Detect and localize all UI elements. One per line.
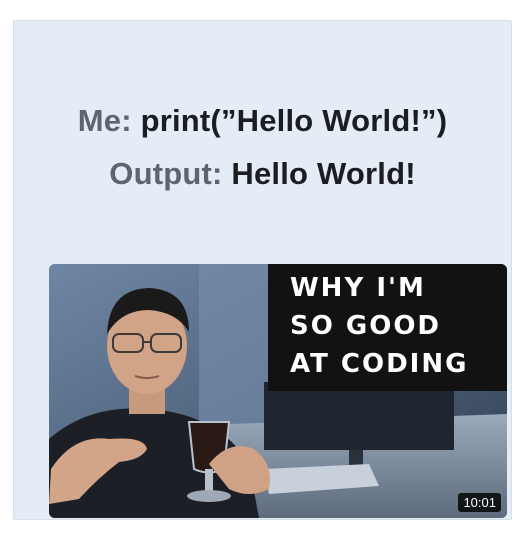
video-title-box: WHY I'M SO GOOD AT CODING	[268, 264, 507, 391]
caption-line-output: Output: Hello World!	[14, 156, 511, 192]
video-title-line-2: SO GOOD	[290, 311, 442, 341]
monitor-icon	[264, 382, 454, 450]
caption-line-me: Me: print(”Hello World!”)	[14, 103, 511, 139]
duration-badge: 10:01	[458, 493, 501, 512]
speaker-label-output: Output:	[109, 156, 223, 191]
code-text: print(”Hello World!”)	[140, 103, 448, 138]
video-title-line-1: WHY I'M	[290, 273, 426, 303]
video-thumbnail[interactable]: WHY I'M SO GOOD AT CODING 10:01	[49, 264, 507, 518]
speaker-label-me: Me:	[77, 103, 132, 138]
output-text: Hello World!	[231, 156, 416, 191]
meme-card: Me: print(”Hello World!”) Output: Hello …	[13, 20, 512, 520]
video-title-line-3: AT CODING	[290, 349, 469, 379]
